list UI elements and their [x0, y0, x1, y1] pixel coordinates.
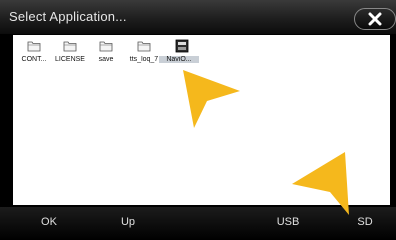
- pointer-arrow-icon: [292, 152, 349, 215]
- pointer-arrow-icon: [183, 70, 240, 128]
- pointer-arrow-overlay: [183, 70, 349, 215]
